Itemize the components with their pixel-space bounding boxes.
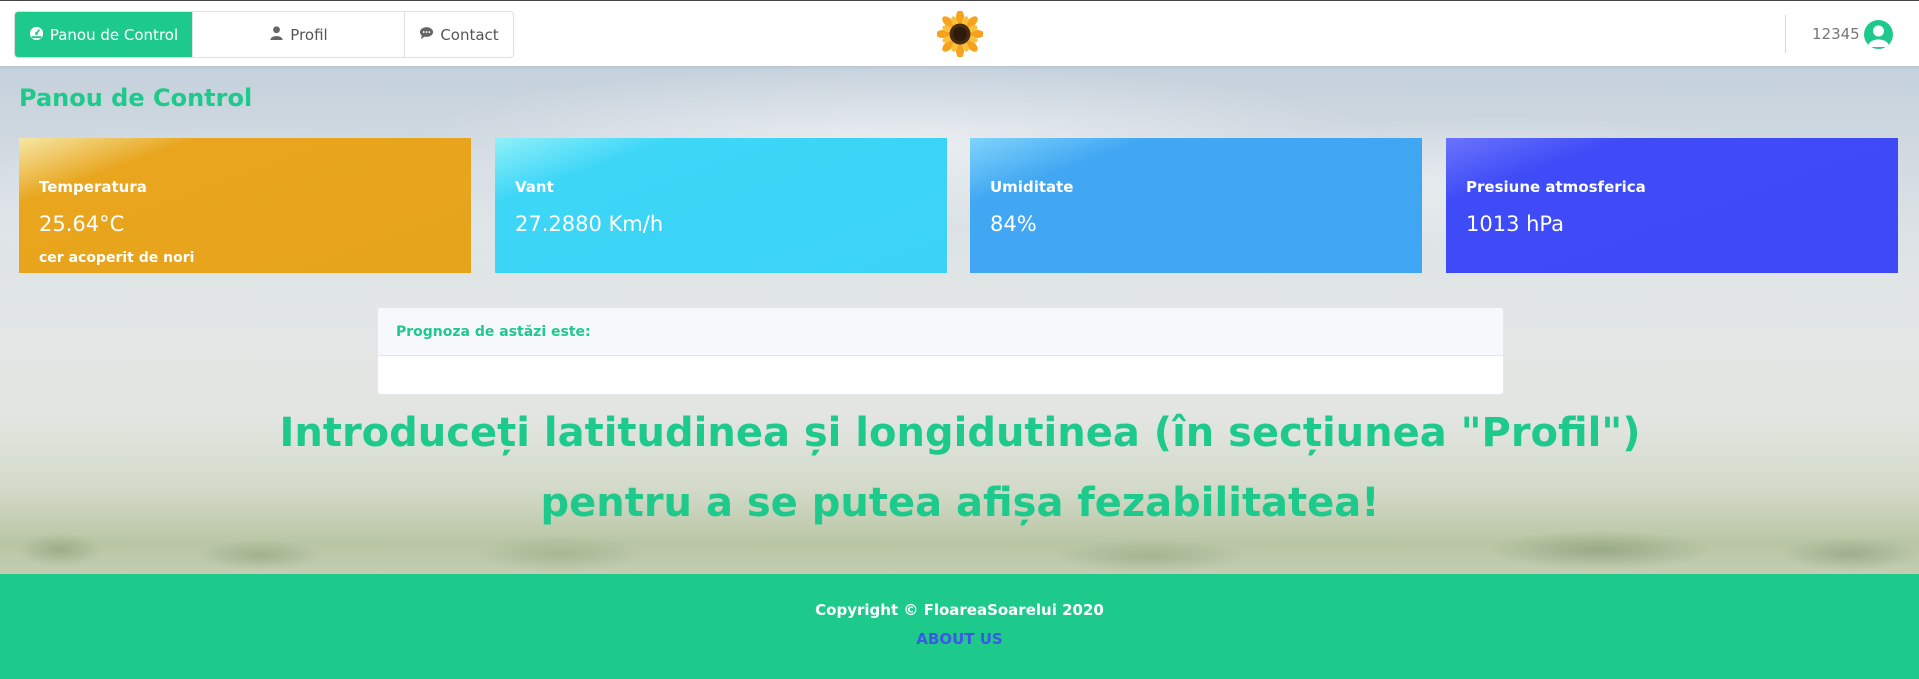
humidity-card: Umiditate 84% <box>970 138 1422 273</box>
card-label: Vant <box>515 178 554 196</box>
card-label: Umiditate <box>990 178 1074 196</box>
tab-panou-de-control[interactable]: Panou de Control <box>15 12 193 57</box>
dashboard-icon <box>29 25 44 44</box>
tab-label: Profil <box>290 25 328 44</box>
user-name[interactable]: 12345 <box>1812 25 1860 43</box>
card-label: Presiune atmosferica <box>1466 178 1646 196</box>
card-value: 25.64°C <box>39 212 125 236</box>
tab-profil[interactable]: Profil <box>193 12 405 57</box>
temperature-card: Temperatura 25.64°C cer acoperit de nori <box>19 138 471 273</box>
location-required-message: Introduceți latitudinea și longidutinea … <box>279 410 1641 526</box>
tab-contact[interactable]: Contact <box>405 12 513 57</box>
user-icon <box>269 25 284 44</box>
card-description: cer acoperit de nori <box>39 250 195 266</box>
top-navbar: Panou de Control Profil Contact 12345 <box>0 0 1919 66</box>
nav-divider <box>1785 15 1786 53</box>
page-title: Panou de Control <box>19 84 253 112</box>
forecast-header: Prognoza de astăzi este: <box>378 308 1503 356</box>
copyright-text: Copyright © FloareaSoarelui 2020 <box>815 601 1104 619</box>
card-label: Temperatura <box>39 178 147 196</box>
about-us-link[interactable]: ABOUT US <box>0 630 1919 648</box>
pressure-card: Presiune atmosferica 1013 hPa <box>1446 138 1898 273</box>
user-avatar-icon[interactable] <box>1864 20 1893 49</box>
forecast-panel: Prognoza de astăzi este: <box>377 307 1504 395</box>
card-value: 27.2880 Km/h <box>515 212 664 236</box>
comments-icon <box>419 25 434 44</box>
tab-label: Panou de Control <box>49 25 179 44</box>
footer: Copyright © FloareaSoarelui 2020 ABOUT U… <box>0 574 1919 679</box>
card-value: 1013 hPa <box>1466 212 1565 236</box>
tab-label: Contact <box>440 25 499 44</box>
wind-card: Vant 27.2880 Km/h <box>495 138 947 273</box>
sunflower-logo[interactable] <box>936 10 984 58</box>
nav-tabs: Panou de Control Profil Contact <box>14 11 514 58</box>
card-value: 84% <box>990 212 1037 236</box>
